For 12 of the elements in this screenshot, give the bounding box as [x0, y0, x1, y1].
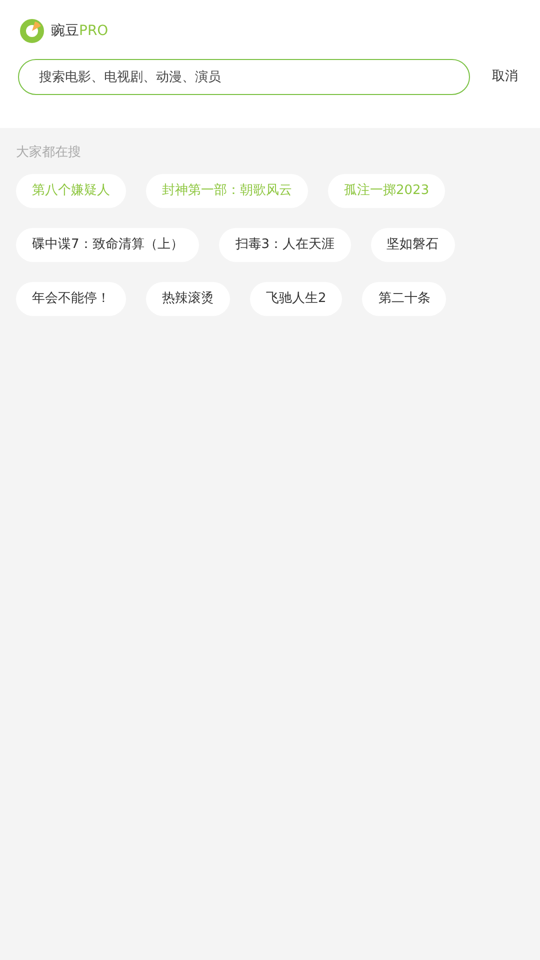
search-tag[interactable]: 碟中谍7：致命清算（上） [16, 228, 200, 262]
search-tag[interactable]: 热辣滚烫 [146, 282, 230, 316]
logo-icon [20, 19, 44, 43]
app-name: 豌豆PRO [51, 22, 108, 40]
search-tag[interactable]: 扫毒3：人在天涯 [219, 228, 351, 262]
search-field[interactable]: 搜索电影、电视剧、动漫、演员 [18, 59, 470, 95]
search-tag[interactable]: 飞驰人生2 [250, 282, 342, 316]
search-tag[interactable]: 第二十条 [362, 282, 446, 316]
section-title: 大家都在搜 [16, 144, 82, 162]
cancel-button[interactable]: 取消 [492, 67, 518, 87]
search-tag[interactable]: 坚如磐石 [370, 228, 455, 262]
search-tag[interactable]: 年会不能停！ [16, 282, 126, 316]
